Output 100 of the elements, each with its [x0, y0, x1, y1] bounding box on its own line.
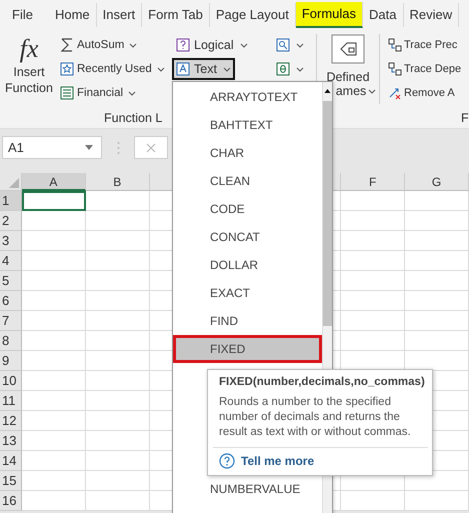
row-header[interactable]: 8 — [0, 331, 22, 351]
column-header[interactable]: B — [86, 173, 150, 191]
grid-cell[interactable] — [86, 291, 150, 311]
row-header[interactable]: 16 — [0, 491, 22, 511]
row-header[interactable]: 6 — [0, 291, 22, 311]
menu-item[interactable]: FIXED — [173, 335, 322, 363]
grid-cell[interactable] — [22, 351, 86, 371]
defined-names-button[interactable]: Defined ames — [321, 30, 375, 98]
row-header[interactable]: 12 — [0, 411, 22, 431]
menu-item[interactable]: CODE — [173, 195, 322, 223]
name-box[interactable]: A1 — [2, 136, 102, 159]
grid-cell[interactable] — [341, 191, 406, 211]
grid-cell[interactable] — [86, 271, 150, 291]
ribbon-button[interactable]: AutoSum — [58, 34, 140, 56]
ribbon-button[interactable]: Logical — [172, 34, 252, 56]
ribbon-button[interactable]: Text — [172, 58, 235, 80]
ribbon-tab[interactable]: File — [6, 3, 39, 27]
ribbon-button[interactable]: Financial — [58, 82, 138, 104]
ribbon-button[interactable]: Recently Used — [58, 58, 167, 80]
grid-cell[interactable] — [341, 311, 406, 331]
ribbon-tab[interactable]: Home — [48, 3, 97, 27]
row-header[interactable]: 10 — [0, 371, 22, 391]
row-header[interactable]: 13 — [0, 431, 22, 451]
grid-cell[interactable] — [405, 291, 469, 311]
grid-cell[interactable] — [22, 451, 86, 471]
ribbon-tab[interactable]: Data — [363, 3, 404, 27]
grid-cell[interactable] — [341, 251, 406, 271]
grid-cell[interactable] — [22, 311, 86, 331]
insert-function-button[interactable]: fx Insert Function — [0, 30, 58, 108]
row-header[interactable]: 2 — [0, 211, 22, 231]
row-header[interactable]: 11 — [0, 391, 22, 411]
ribbon-tab[interactable]: Form Tab — [142, 3, 210, 27]
grid-cell[interactable] — [86, 331, 150, 351]
grid-cell[interactable] — [22, 291, 86, 311]
grid-cell[interactable] — [22, 231, 86, 251]
grid-cell[interactable] — [22, 251, 86, 271]
row-header[interactable]: 9 — [0, 351, 22, 371]
row-header[interactable]: 4 — [0, 251, 22, 271]
grid-cell[interactable] — [405, 331, 469, 351]
row-header[interactable]: 14 — [0, 451, 22, 471]
ribbon-tab[interactable]: Insert — [96, 3, 142, 27]
grid-cell[interactable] — [405, 251, 469, 271]
grid-cell[interactable] — [405, 491, 469, 511]
grid-cell[interactable] — [22, 391, 86, 411]
grid-cell[interactable] — [341, 271, 406, 291]
menu-item[interactable]: EXACT — [173, 279, 322, 307]
grid-cell[interactable] — [86, 431, 150, 451]
grid-cell[interactable] — [405, 311, 469, 331]
grid-cell[interactable] — [86, 491, 150, 511]
grid-cell[interactable] — [341, 291, 406, 311]
row-header[interactable]: 5 — [0, 271, 22, 291]
ribbon-button[interactable]: Trace Depe — [386, 58, 464, 80]
menu-item[interactable]: ARRAYTOTEXT — [173, 83, 322, 111]
grid-cell[interactable] — [341, 331, 406, 351]
grid-cell[interactable] — [341, 211, 406, 231]
grid-cell[interactable] — [405, 231, 469, 251]
menu-item[interactable]: CLEAN — [173, 167, 322, 195]
menu-item[interactable]: CONCAT — [173, 223, 322, 251]
row-header[interactable]: 3 — [0, 231, 22, 251]
ribbon-tab[interactable]: Formulas — [296, 2, 364, 28]
grid-cell[interactable] — [86, 191, 150, 211]
grid-cell[interactable] — [405, 211, 469, 231]
grid-cell[interactable] — [86, 471, 150, 491]
grid-cell[interactable] — [86, 371, 150, 391]
grid-cell[interactable] — [22, 211, 86, 231]
ribbon-button[interactable]: Trace Prec — [386, 34, 460, 56]
menu-item[interactable]: DOLLAR — [173, 251, 322, 279]
scrollbar-thumb[interactable] — [323, 101, 332, 326]
menu-item[interactable]: BAHTTEXT — [173, 111, 322, 139]
column-header[interactable]: G — [405, 173, 469, 191]
ribbon-tab[interactable]: Review — [404, 3, 460, 27]
row-header[interactable]: 15 — [0, 471, 22, 491]
grid-cell[interactable] — [405, 271, 469, 291]
grid-cell[interactable] — [22, 411, 86, 431]
grid-cell[interactable] — [405, 191, 469, 211]
grid-cell[interactable] — [22, 491, 86, 511]
grid-cell[interactable] — [22, 271, 86, 291]
select-all-corner[interactable] — [0, 173, 22, 191]
tell-me-more-link[interactable]: Tell me more — [241, 454, 314, 468]
cancel-button[interactable] — [134, 136, 168, 159]
grid-cell[interactable] — [86, 451, 150, 471]
grid-cell[interactable] — [22, 431, 86, 451]
menu-item[interactable]: FIND — [173, 307, 322, 335]
grid-cell[interactable] — [86, 351, 150, 371]
grid-cell[interactable] — [22, 331, 86, 351]
menu-item[interactable]: NUMBERVALUE — [173, 475, 322, 503]
ribbon-button[interactable]: Remove A — [386, 82, 457, 104]
grid-cell[interactable] — [86, 211, 150, 231]
menu-item[interactable]: CHAR — [173, 139, 322, 167]
grid-cell[interactable] — [86, 411, 150, 431]
grid-cell[interactable] — [341, 491, 406, 511]
grid-cell[interactable] — [22, 371, 86, 391]
grid-cell[interactable] — [22, 471, 86, 491]
grid-cell[interactable] — [86, 391, 150, 411]
column-header[interactable]: F — [341, 173, 406, 191]
grid-cell[interactable] — [86, 311, 150, 331]
active-cell[interactable] — [22, 191, 86, 211]
row-header[interactable]: 1 — [0, 191, 22, 211]
row-header[interactable]: 7 — [0, 311, 22, 331]
grid-cell[interactable] — [341, 231, 406, 251]
